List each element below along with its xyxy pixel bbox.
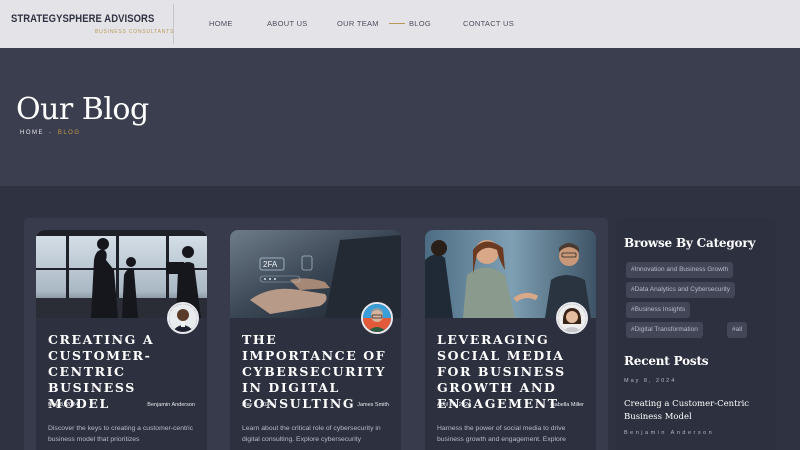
category-tag[interactable]: #Data Analytics and Cybersecurity — [626, 282, 735, 298]
nav-contact-us[interactable]: CONTACT US — [463, 19, 514, 28]
post-author: Isabella Miller — [550, 402, 584, 408]
post-date: May 8, 2024 — [48, 402, 79, 408]
breadcrumb-separator: - — [49, 130, 53, 136]
site-header: STRATEGYSPHERE ADVISORS BUSINESS CONSULT… — [0, 0, 800, 48]
logo-name: STRATEGYSPHERE ADVISORS — [11, 13, 155, 25]
post-date: April 20, 2024 — [437, 402, 471, 408]
author-avatar — [556, 302, 588, 334]
post-excerpt: Discover the keys to creating a customer… — [48, 425, 194, 443]
author-avatar — [361, 302, 393, 334]
post-title[interactable]: The Importance of Cybersecurity in Digit… — [242, 332, 394, 412]
nav-blog[interactable]: BLOG — [409, 19, 431, 28]
category-tag[interactable]: #Innovation and Business Growth — [626, 262, 734, 278]
post-date: May 5, 2024 — [242, 402, 273, 408]
recent-post-title[interactable]: Creating a Customer-Centric Business Mod… — [624, 398, 764, 424]
breadcrumb-current: BLOG — [57, 130, 81, 136]
avatar-portrait-icon — [169, 304, 197, 332]
category-heading: Browse By Category — [624, 236, 756, 250]
category-tag[interactable]: #Digital Transformation — [626, 322, 703, 338]
category-tag[interactable]: #all — [727, 322, 748, 338]
category-tag[interactable]: #Business Insights — [626, 302, 691, 318]
blog-card[interactable]: Creating a Customer-Centric Business Mod… — [36, 230, 207, 450]
svg-text:2FA: 2FA — [263, 260, 278, 269]
nav-about-us[interactable]: ABOUT US — [267, 19, 308, 28]
header-divider — [173, 4, 174, 44]
breadcrumb: HOME - BLOG — [20, 130, 81, 136]
avatar-portrait-icon — [558, 304, 586, 332]
logo[interactable]: STRATEGYSPHERE ADVISORS BUSINESS CONSULT… — [11, 13, 178, 35]
nav-our-team[interactable]: OUR TEAM — [337, 19, 379, 28]
hero-banner: Our Blog HOME - BLOG — [0, 48, 800, 186]
recent-posts-heading: Recent Posts — [624, 354, 709, 368]
post-excerpt: Harness the power of social media to dri… — [437, 425, 566, 443]
blog-card[interactable]: Leveraging Social Media for Business Gro… — [425, 230, 596, 450]
post-author: James Smith — [357, 402, 389, 408]
recent-post-date: May 8, 2024 — [624, 378, 677, 384]
recent-post-author: Benjamin Anderson — [624, 430, 715, 436]
breadcrumb-home[interactable]: HOME — [20, 130, 44, 136]
post-title[interactable]: Creating a Customer-Centric Business Mod… — [48, 332, 200, 412]
page-title: Our Blog — [16, 92, 149, 127]
blog-card[interactable]: 2FA The Importance of Cybersecurity in D… — [230, 230, 401, 450]
post-excerpt: Learn about the critical role of cyberse… — [242, 425, 381, 443]
author-avatar — [167, 302, 199, 334]
post-title[interactable]: Leveraging Social Media for Business Gro… — [437, 332, 589, 412]
nav-home[interactable]: HOME — [209, 19, 233, 28]
sidebar: Browse By Category #Innovation and Busin… — [616, 218, 776, 450]
logo-tagline: BUSINESS CONSULTANTS — [95, 29, 175, 35]
post-author: Benjamin Anderson — [147, 402, 195, 408]
avatar-portrait-icon — [363, 304, 391, 332]
nav-active-indicator — [389, 23, 405, 24]
